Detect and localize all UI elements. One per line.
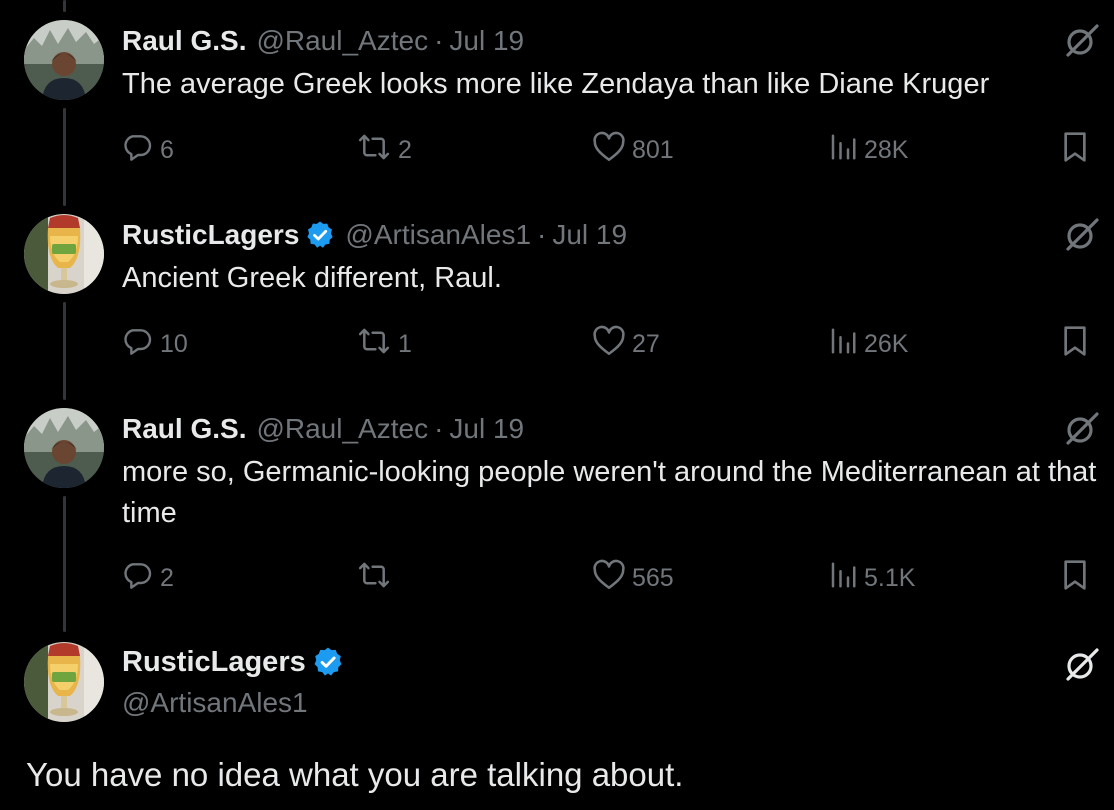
repost-count: 2 bbox=[398, 135, 412, 164]
grok-icon[interactable] bbox=[1064, 646, 1100, 682]
repost-icon bbox=[356, 559, 392, 598]
avatar-rusticlagers[interactable] bbox=[24, 642, 104, 722]
display-name[interactable]: RusticLagers bbox=[122, 218, 299, 252]
views-chart-icon bbox=[828, 326, 858, 363]
main-tweet-text: You have no idea what you are talking ab… bbox=[26, 756, 684, 793]
views-chart-icon bbox=[828, 132, 858, 169]
views-count: 5.1K bbox=[864, 563, 916, 592]
tweet-date[interactable]: Jul 19 bbox=[449, 24, 524, 58]
tweet-date[interactable]: Jul 19 bbox=[449, 412, 524, 446]
verified-badge-icon bbox=[305, 220, 335, 250]
main-author-handle[interactable]: @ArtisanAles1 bbox=[122, 686, 308, 720]
heart-icon bbox=[592, 559, 626, 598]
tweet-text: Ancient Greek different, Raul. bbox=[122, 262, 502, 294]
bookmark-icon bbox=[1060, 131, 1090, 170]
repost-button[interactable]: 1 bbox=[356, 326, 412, 362]
thread-line bbox=[63, 496, 66, 632]
avatar-rusticlagers[interactable] bbox=[24, 214, 104, 294]
tweet-header: Raul G.S. @Raul_Aztec · Jul 19 bbox=[122, 412, 524, 446]
views-count: 26K bbox=[864, 329, 909, 358]
tweet-date[interactable]: Jul 19 bbox=[552, 218, 627, 252]
bookmark-icon bbox=[1060, 559, 1090, 598]
verified-badge-icon bbox=[312, 646, 344, 678]
repost-button[interactable] bbox=[356, 560, 398, 596]
reply-button[interactable]: 2 bbox=[122, 560, 174, 596]
bookmark-button[interactable] bbox=[1060, 325, 1090, 364]
like-count: 801 bbox=[632, 135, 674, 164]
action-bar: 2 565 5.1K bbox=[122, 559, 1090, 598]
action-bar: 10 1 27 26K bbox=[122, 325, 1090, 364]
views-count: 28K bbox=[864, 135, 909, 164]
tweet-text: The average Greek looks more like Zenday… bbox=[122, 68, 990, 100]
avatar-raul[interactable] bbox=[24, 408, 104, 488]
separator-dot: · bbox=[434, 25, 444, 56]
action-bar: 6 2 801 28K bbox=[122, 131, 1090, 170]
avatar-raul[interactable] bbox=[24, 20, 104, 100]
reply-icon bbox=[122, 325, 154, 364]
grok-icon[interactable] bbox=[1064, 410, 1100, 446]
tweet-text: more so, Germanic-looking people weren't… bbox=[122, 456, 1097, 529]
repost-icon bbox=[356, 131, 392, 170]
user-handle[interactable]: @Raul_Aztec bbox=[256, 24, 428, 58]
reply-count: 10 bbox=[160, 329, 188, 358]
reply-count: 2 bbox=[160, 563, 174, 592]
heart-icon bbox=[592, 131, 626, 170]
display-name[interactable]: Raul G.S. bbox=[122, 24, 246, 58]
like-button[interactable]: 801 bbox=[592, 131, 674, 170]
main-author-name[interactable]: RusticLagers bbox=[122, 644, 344, 680]
tweet-header: Raul G.S. @Raul_Aztec · Jul 19 bbox=[122, 24, 524, 58]
heart-icon bbox=[592, 325, 626, 364]
like-count: 27 bbox=[632, 329, 660, 358]
views-chart-icon bbox=[828, 560, 858, 597]
separator-dot: · bbox=[537, 219, 547, 250]
grok-icon[interactable] bbox=[1064, 216, 1100, 252]
reply-button[interactable]: 10 bbox=[122, 326, 188, 362]
reply-icon bbox=[122, 131, 154, 170]
thread-line bbox=[63, 108, 66, 206]
repost-button[interactable]: 2 bbox=[356, 132, 412, 168]
bookmark-icon bbox=[1060, 325, 1090, 364]
thread-line bbox=[63, 0, 66, 12]
like-button[interactable]: 27 bbox=[592, 325, 660, 364]
like-button[interactable]: 565 bbox=[592, 559, 674, 598]
separator-dot: · bbox=[434, 413, 444, 444]
views-button[interactable]: 5.1K bbox=[828, 560, 915, 596]
grok-icon[interactable] bbox=[1064, 22, 1100, 58]
repost-icon bbox=[356, 325, 392, 364]
reply-button[interactable]: 6 bbox=[122, 132, 174, 168]
user-handle[interactable]: @ArtisanAles1 bbox=[345, 218, 531, 252]
reply-icon bbox=[122, 559, 154, 598]
views-button[interactable]: 28K bbox=[828, 132, 908, 168]
reply-count: 6 bbox=[160, 135, 174, 164]
display-name[interactable]: Raul G.S. bbox=[122, 412, 246, 446]
user-handle[interactable]: @Raul_Aztec bbox=[256, 412, 428, 446]
bookmark-button[interactable] bbox=[1060, 559, 1090, 598]
repost-count: 1 bbox=[398, 329, 412, 358]
bookmark-button[interactable] bbox=[1060, 131, 1090, 170]
thread-line bbox=[63, 302, 66, 400]
tweet-header: RusticLagers @ArtisanAles1 · Jul 19 bbox=[122, 218, 627, 252]
display-name[interactable]: RusticLagers bbox=[122, 644, 306, 680]
like-count: 565 bbox=[632, 563, 674, 592]
views-button[interactable]: 26K bbox=[828, 326, 908, 362]
